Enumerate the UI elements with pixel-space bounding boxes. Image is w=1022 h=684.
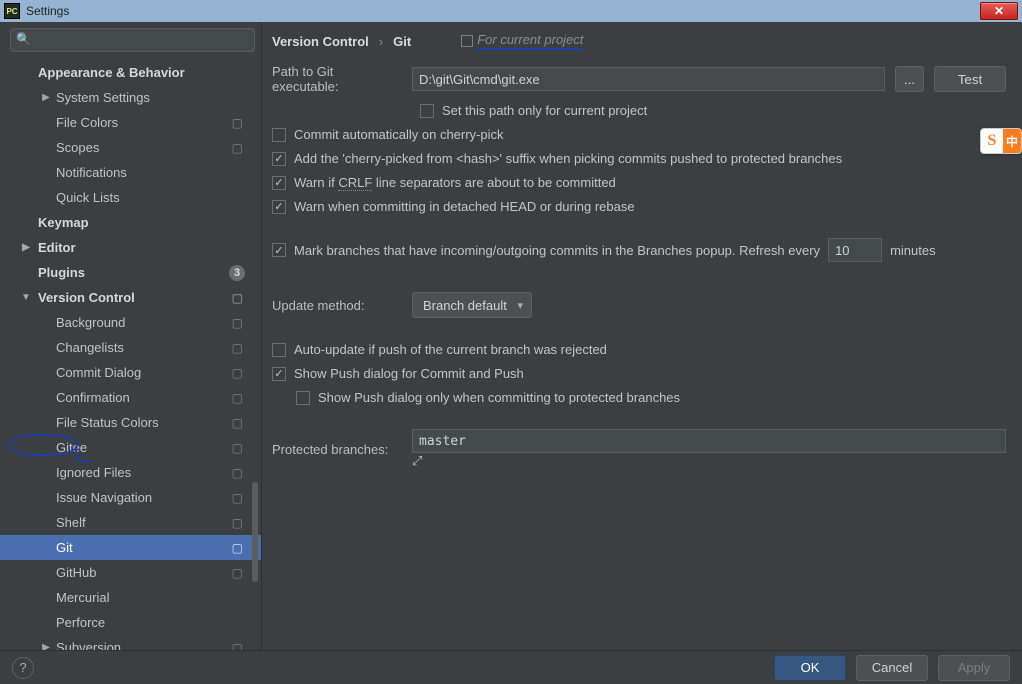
warn-crlf-checkbox[interactable] bbox=[272, 176, 286, 190]
update-method-dropdown[interactable]: Branch default bbox=[412, 292, 532, 318]
protected-branches-label: Protected branches: bbox=[272, 442, 402, 457]
ime-logo-icon: S bbox=[981, 129, 1003, 153]
git-path-label: Path to Git executable: bbox=[272, 64, 402, 94]
window-title: Settings bbox=[26, 4, 69, 18]
app-icon: PC bbox=[4, 3, 20, 19]
update-method-label: Update method: bbox=[272, 298, 402, 313]
refresh-minutes-input[interactable] bbox=[828, 238, 882, 262]
project-scope-icon: ▢ bbox=[232, 441, 243, 455]
sidebar-version-control[interactable]: Version Control▢ bbox=[0, 285, 261, 310]
set-path-current-label: Set this path only for current project bbox=[442, 103, 647, 118]
git-path-input[interactable] bbox=[412, 67, 885, 91]
project-scope-icon: ▢ bbox=[232, 516, 243, 530]
breadcrumb-separator: › bbox=[379, 34, 383, 49]
test-button[interactable]: Test bbox=[934, 66, 1006, 92]
warn-detached-label: Warn when committing in detached HEAD or… bbox=[294, 199, 635, 214]
ime-lang-label: 中 bbox=[1003, 129, 1021, 153]
sidebar-ignored-files[interactable]: Ignored Files▢ bbox=[0, 460, 261, 485]
dialog-footer: ? OK Cancel Apply bbox=[0, 650, 1022, 684]
sidebar-gitee[interactable]: Gitee▢ bbox=[0, 435, 261, 460]
project-scope-icon: ▢ bbox=[232, 141, 243, 155]
show-push-dialog-label: Show Push dialog for Commit and Push bbox=[294, 366, 524, 381]
project-scope-icon: ▢ bbox=[232, 316, 243, 330]
project-scope-icon: ▢ bbox=[232, 491, 243, 505]
chevron-right-icon bbox=[40, 642, 52, 650]
commit-auto-cherry-label: Commit automatically on cherry-pick bbox=[294, 127, 504, 142]
sidebar-commit-dialog[interactable]: Commit Dialog▢ bbox=[0, 360, 261, 385]
sidebar-subversion[interactable]: Subversion▢ bbox=[0, 635, 261, 650]
project-scope-icon: ▢ bbox=[232, 366, 243, 380]
expand-field-icon[interactable]: ⤢ bbox=[412, 453, 422, 468]
breadcrumb-page: Git bbox=[393, 34, 411, 49]
auto-update-push-checkbox[interactable] bbox=[272, 343, 286, 357]
show-push-protected-checkbox[interactable] bbox=[296, 391, 310, 405]
chevron-right-icon bbox=[40, 92, 52, 103]
project-scope-icon: ▢ bbox=[232, 391, 243, 405]
sidebar-confirmation[interactable]: Confirmation▢ bbox=[0, 385, 261, 410]
sidebar-plugins[interactable]: Plugins3 bbox=[0, 260, 261, 285]
sidebar-mercurial[interactable]: Mercurial bbox=[0, 585, 261, 610]
sidebar-file-colors[interactable]: File Colors▢ bbox=[0, 110, 261, 135]
project-scope-icon: ▢ bbox=[232, 566, 243, 580]
project-scope-icon: ▢ bbox=[232, 541, 243, 555]
chevron-right-icon bbox=[20, 242, 32, 253]
project-scope-icon: ▢ bbox=[232, 341, 243, 355]
project-scope-icon: ▢ bbox=[232, 466, 243, 480]
project-scope-icon: ▢ bbox=[232, 641, 243, 651]
plugins-count-badge: 3 bbox=[229, 265, 245, 281]
chevron-down-icon bbox=[20, 292, 32, 303]
settings-search-input[interactable] bbox=[10, 28, 255, 52]
sidebar-system-settings[interactable]: System Settings bbox=[0, 85, 261, 110]
ime-indicator[interactable]: S 中 bbox=[980, 128, 1022, 154]
sidebar-keymap[interactable]: Keymap bbox=[0, 210, 261, 235]
sidebar-editor[interactable]: Editor bbox=[0, 235, 261, 260]
scrollbar-thumb[interactable] bbox=[252, 482, 258, 582]
breadcrumb-category[interactable]: Version Control bbox=[272, 34, 369, 49]
sidebar-git[interactable]: Git▢ bbox=[0, 535, 261, 560]
apply-button[interactable]: Apply bbox=[938, 655, 1010, 681]
settings-tree: Appearance & Behavior System Settings Fi… bbox=[0, 58, 261, 650]
warn-detached-checkbox[interactable] bbox=[272, 200, 286, 214]
show-push-dialog-checkbox[interactable] bbox=[272, 367, 286, 381]
sidebar-issue-navigation[interactable]: Issue Navigation▢ bbox=[0, 485, 261, 510]
project-scope-icon: ▢ bbox=[232, 116, 243, 130]
git-settings-form: Path to Git executable: ... Test Set thi… bbox=[262, 60, 1022, 469]
browse-button[interactable]: ... bbox=[895, 66, 924, 92]
minutes-label: minutes bbox=[890, 243, 936, 258]
sidebar-scopes[interactable]: Scopes▢ bbox=[0, 135, 261, 160]
sidebar-appearance[interactable]: Appearance & Behavior bbox=[0, 60, 261, 85]
show-push-protected-label: Show Push dialog only when committing to… bbox=[318, 390, 680, 405]
settings-panel: Version Control › Git For current projec… bbox=[262, 22, 1022, 650]
sidebar-notifications[interactable]: Notifications bbox=[0, 160, 261, 185]
sidebar-background[interactable]: Background▢ bbox=[0, 310, 261, 335]
set-path-current-checkbox[interactable] bbox=[420, 104, 434, 118]
cancel-button[interactable]: Cancel bbox=[856, 655, 928, 681]
project-scope-icon: ▢ bbox=[232, 416, 243, 430]
project-scope-icon: ▢ bbox=[232, 291, 243, 305]
project-scope-icon bbox=[461, 35, 473, 47]
auto-update-push-label: Auto-update if push of the current branc… bbox=[294, 342, 607, 357]
sidebar-shelf[interactable]: Shelf▢ bbox=[0, 510, 261, 535]
mark-branches-checkbox[interactable] bbox=[272, 243, 286, 257]
for-current-project-hint: For current project bbox=[461, 32, 583, 50]
help-button[interactable]: ? bbox=[12, 657, 34, 679]
titlebar: PC Settings ✕ bbox=[0, 0, 1022, 22]
commit-auto-cherry-checkbox[interactable] bbox=[272, 128, 286, 142]
for-current-project-label: For current project bbox=[477, 32, 583, 50]
sidebar-quick-lists[interactable]: Quick Lists bbox=[0, 185, 261, 210]
close-button[interactable]: ✕ bbox=[980, 2, 1018, 20]
breadcrumb: Version Control › Git For current projec… bbox=[262, 22, 1022, 60]
warn-crlf-label: Warn if CRLF line separators are about t… bbox=[294, 175, 616, 190]
sidebar: 🔍 Appearance & Behavior System Settings … bbox=[0, 22, 262, 650]
ok-button[interactable]: OK bbox=[774, 655, 846, 681]
sidebar-file-status-colors[interactable]: File Status Colors▢ bbox=[0, 410, 261, 435]
sidebar-github[interactable]: GitHub▢ bbox=[0, 560, 261, 585]
protected-branches-input[interactable] bbox=[412, 429, 1006, 453]
add-suffix-checkbox[interactable] bbox=[272, 152, 286, 166]
mark-branches-label: Mark branches that have incoming/outgoin… bbox=[294, 243, 820, 258]
sidebar-changelists[interactable]: Changelists▢ bbox=[0, 335, 261, 360]
sidebar-perforce[interactable]: Perforce bbox=[0, 610, 261, 635]
add-suffix-label: Add the 'cherry-picked from <hash>' suff… bbox=[294, 151, 842, 166]
